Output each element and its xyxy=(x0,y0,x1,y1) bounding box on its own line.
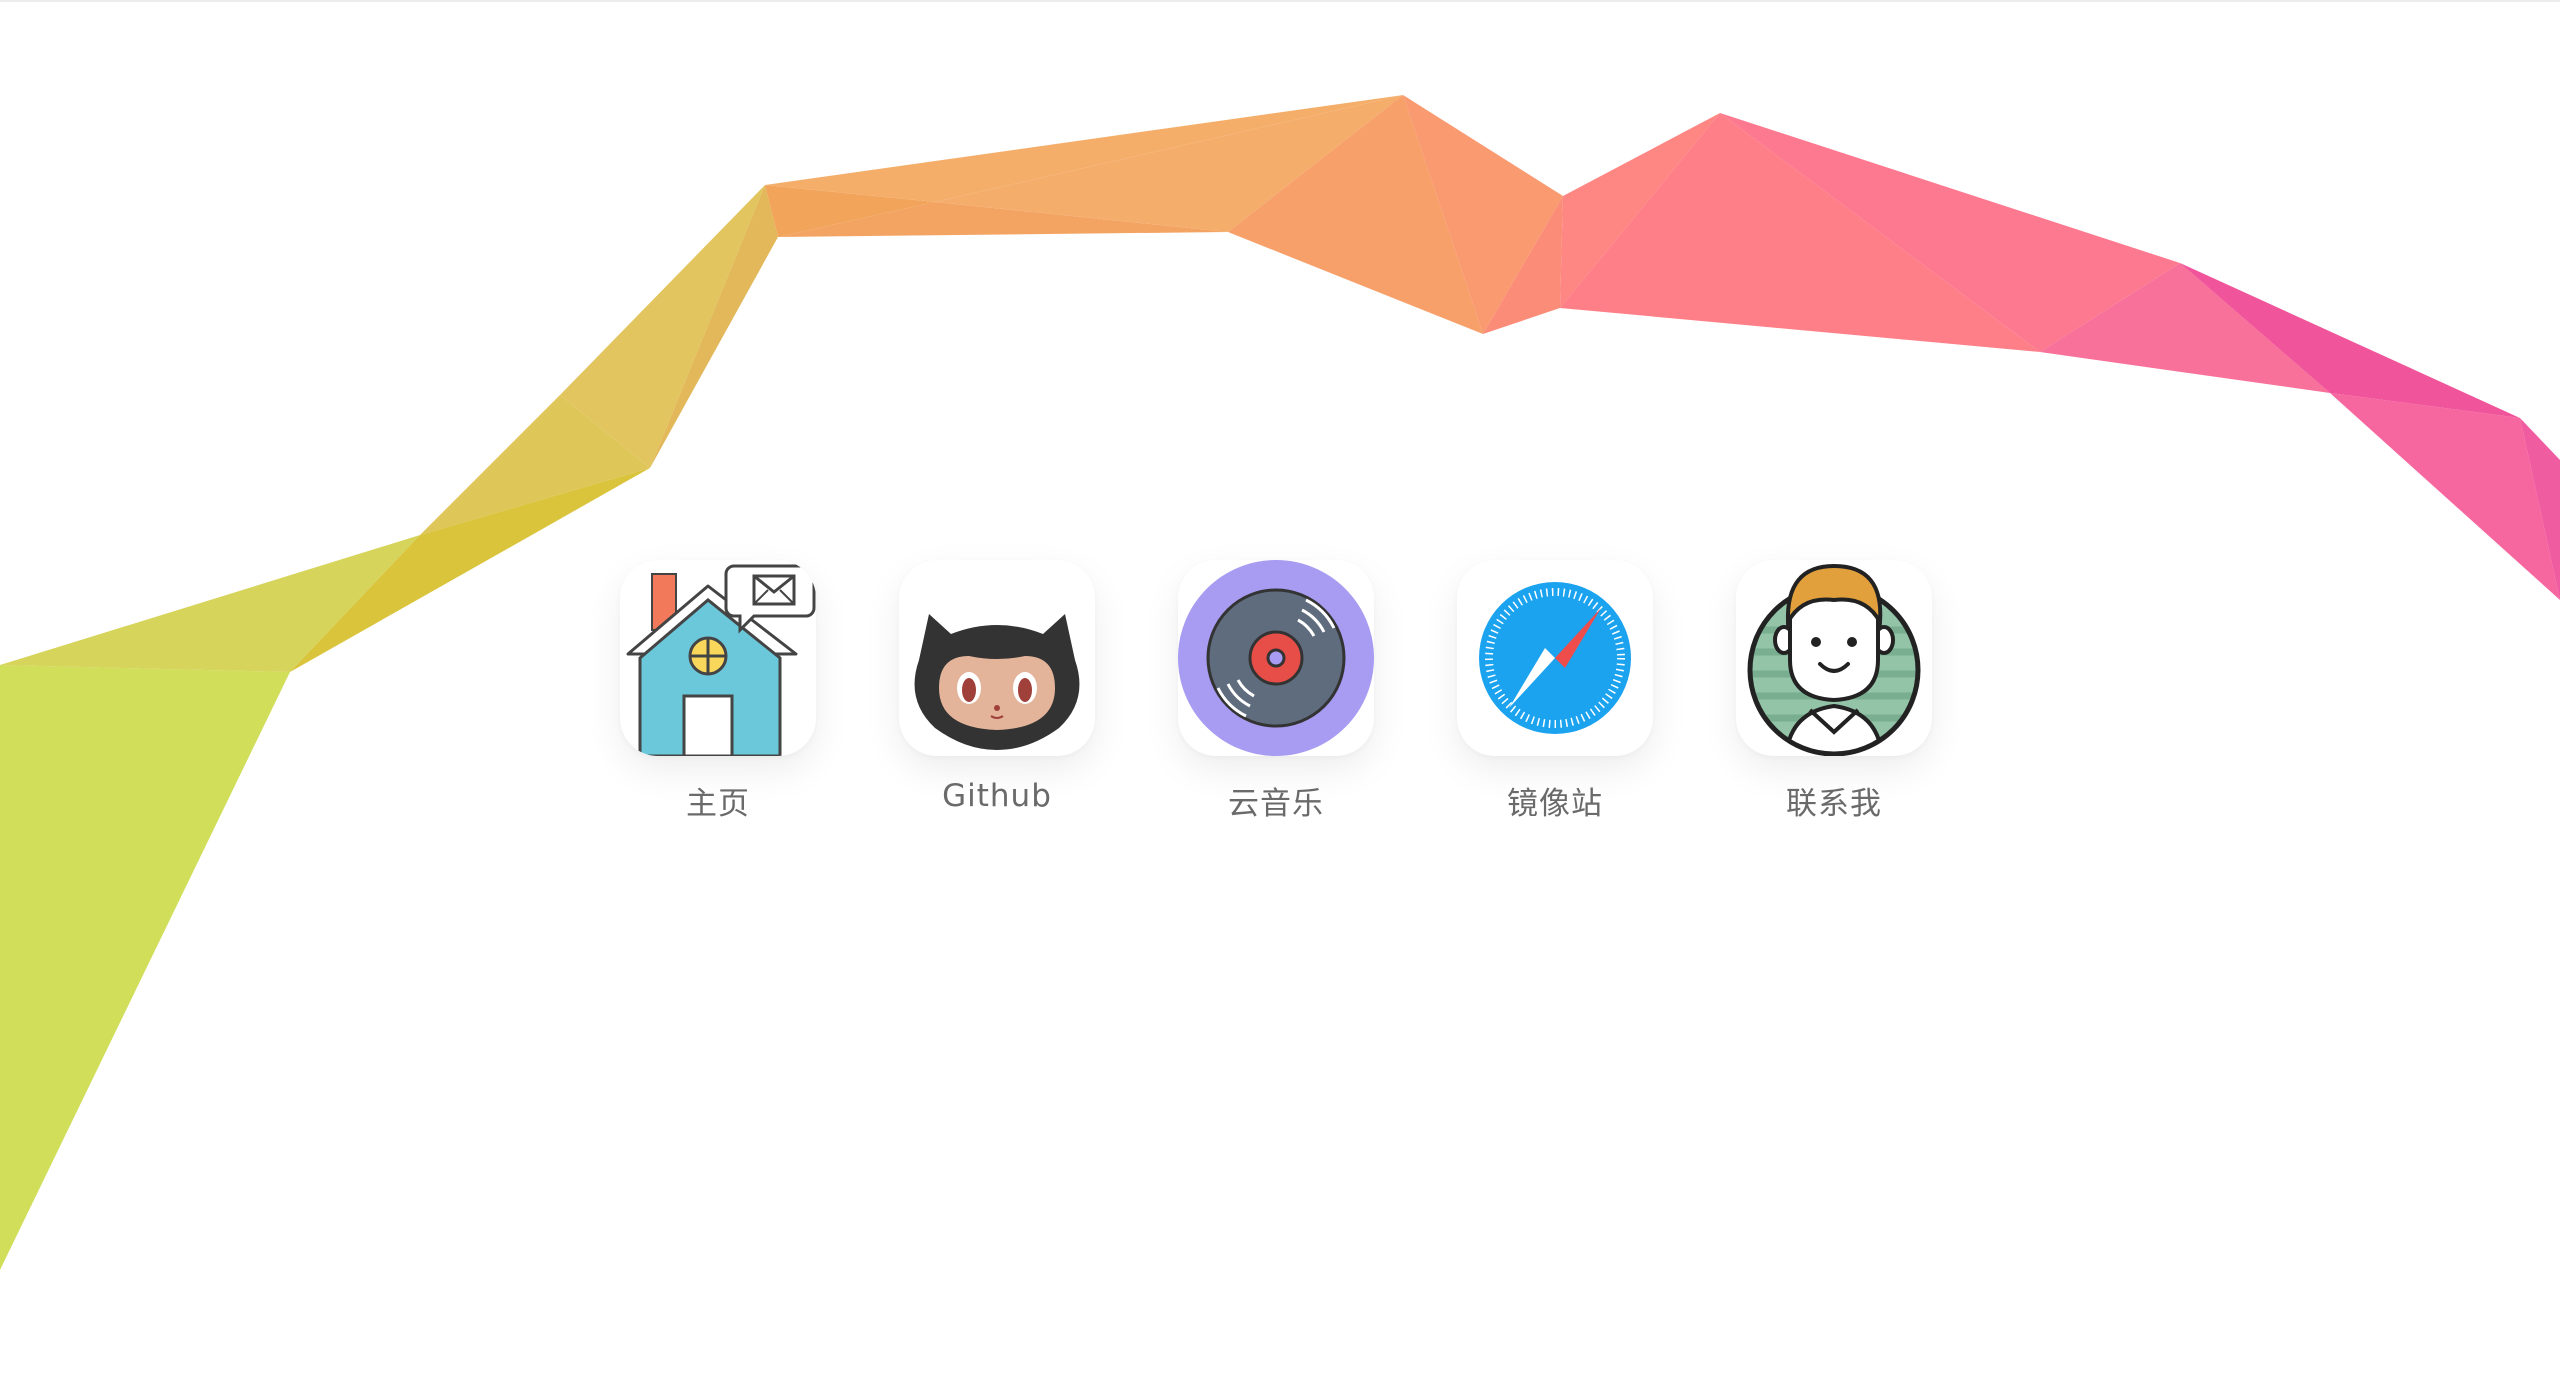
app-contact-label[interactable]: 联系我 xyxy=(1786,778,1882,823)
app-mirror-label[interactable]: 镜像站 xyxy=(1507,778,1603,823)
app-mirror[interactable]: 镜像站 xyxy=(1457,560,1653,823)
app-github[interactable]: Github xyxy=(899,560,1095,823)
app-dock: 主页 Github 云音乐 镜像站 联系我 xyxy=(620,560,1932,823)
app-home[interactable]: 主页 xyxy=(620,560,816,823)
app-github-tile[interactable] xyxy=(899,560,1095,756)
vinyl-record-icon xyxy=(1178,560,1374,756)
app-mirror-tile[interactable] xyxy=(1457,560,1653,756)
person-avatar-icon xyxy=(1747,563,1921,756)
app-music[interactable]: 云音乐 xyxy=(1178,560,1374,823)
app-music-label[interactable]: 云音乐 xyxy=(1228,778,1324,823)
compass-icon xyxy=(1479,582,1631,734)
app-github-label[interactable]: Github xyxy=(942,778,1052,814)
app-home-label[interactable]: 主页 xyxy=(686,778,750,823)
page: 主页 Github 云音乐 镜像站 联系我 xyxy=(0,0,2560,1374)
app-home-tile[interactable] xyxy=(620,560,816,756)
app-music-tile[interactable] xyxy=(1178,560,1374,756)
app-contact-tile[interactable] xyxy=(1736,560,1932,756)
octocat-icon xyxy=(914,614,1080,750)
app-contact[interactable]: 联系我 xyxy=(1736,560,1932,823)
house-mail-icon xyxy=(626,564,816,756)
